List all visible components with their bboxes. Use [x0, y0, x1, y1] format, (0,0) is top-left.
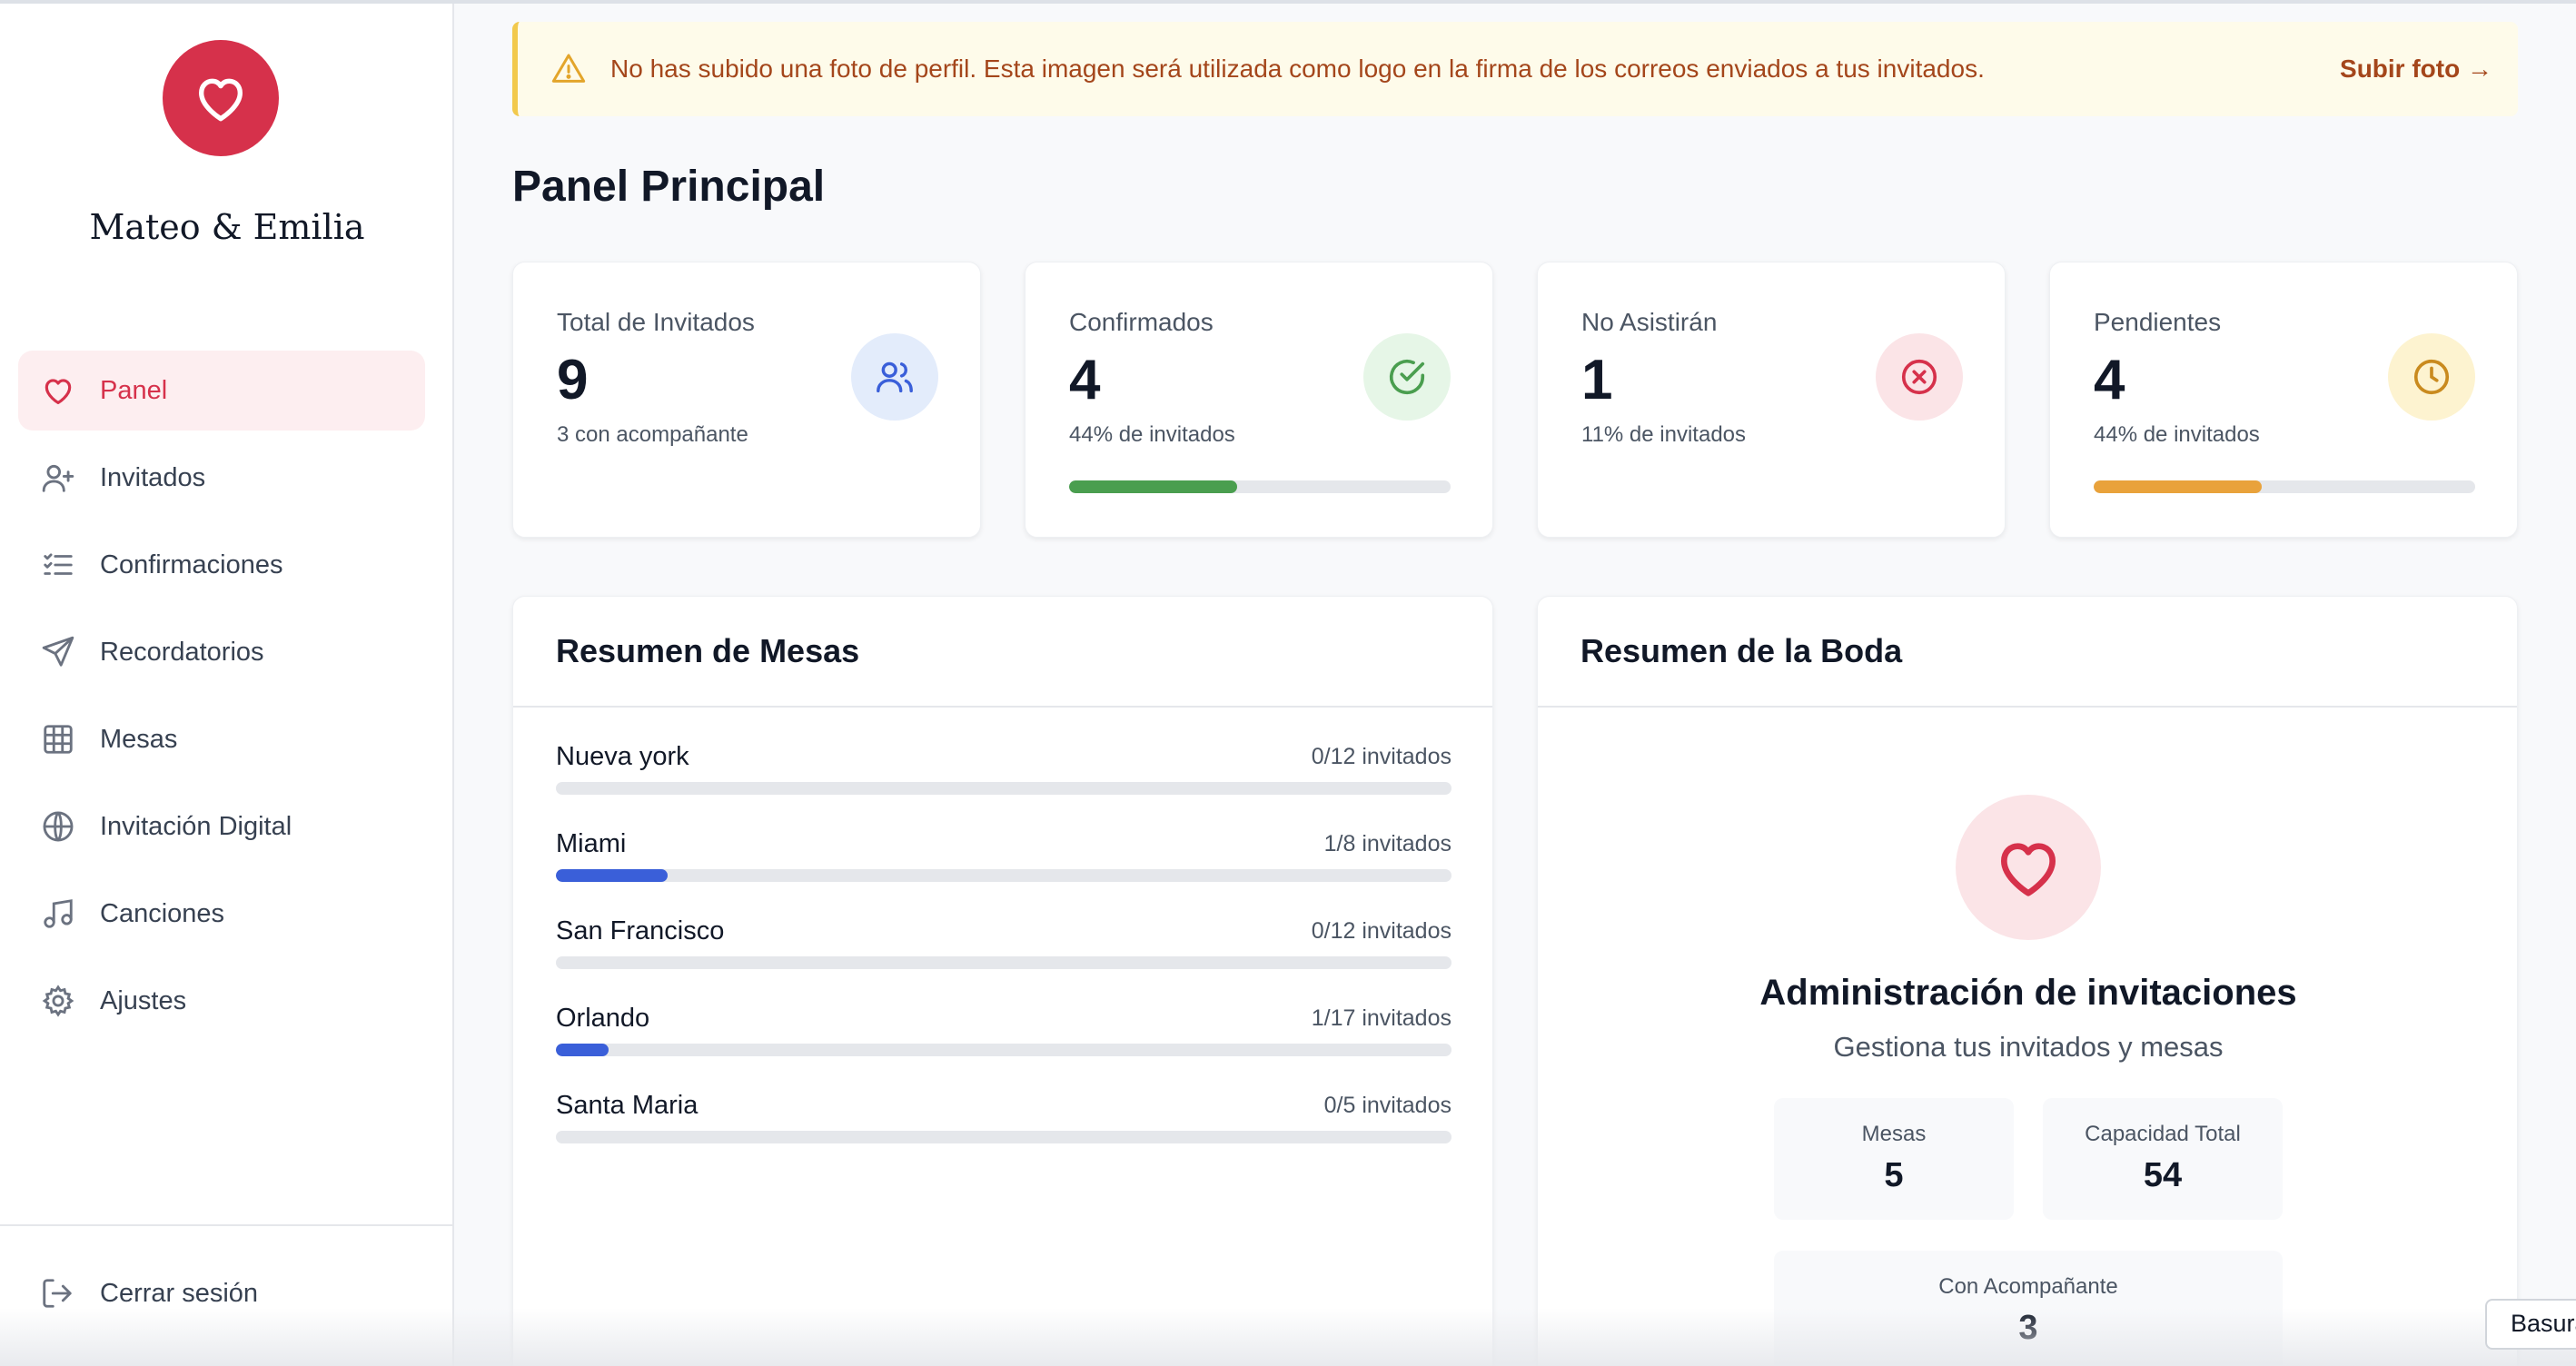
- stat-label: Pendientes: [2094, 308, 2222, 336]
- stat-card-confirmed: Confirmados 4 44% de invitados: [1025, 262, 1493, 538]
- logout-label: Cerrar sesión: [100, 1278, 259, 1308]
- table-name: San Francisco: [556, 916, 725, 945]
- sidebar-item-confirmaciones[interactable]: Confirmaciones: [18, 525, 425, 605]
- users-icon: [851, 333, 938, 421]
- sidebar-item-ajustes[interactable]: Ajustes: [18, 961, 425, 1041]
- wedding-stat-capacity: Capacidad Total 54: [2043, 1098, 2283, 1220]
- stat-subtext: 3 con acompañante: [557, 422, 748, 447]
- table-row: San Francisco 0/12 invitados: [556, 916, 1451, 980]
- gear-icon: [40, 983, 76, 1019]
- stat-label: Con Acompañante: [1938, 1274, 2118, 1299]
- dock-tooltip: Basura: [2485, 1299, 2576, 1350]
- table-name: Nueva york: [556, 742, 689, 771]
- wedding-stat-tables: Mesas 5: [1774, 1098, 2014, 1220]
- sidebar-item-label: Panel: [100, 375, 168, 405]
- sidebar-item-invitados[interactable]: Invitados: [18, 438, 425, 518]
- sidebar-item-label: Ajustes: [100, 985, 187, 1015]
- warning-icon: [550, 49, 590, 89]
- globe-icon: [40, 808, 76, 845]
- stat-card-pending: Pendientes 4 44% de invitados: [2049, 262, 2518, 538]
- heart-icon: [1956, 795, 2101, 940]
- sidebar-item-label: Invitación Digital: [100, 811, 292, 841]
- table-row: Orlando 1/17 invitados: [556, 1004, 1451, 1067]
- table-name: Miami: [556, 829, 627, 858]
- stat-label: No Asistirán: [1581, 308, 1718, 336]
- table-row: Miami 1/8 invitados: [556, 829, 1451, 893]
- stat-subtext: 44% de invitados: [2094, 422, 2260, 447]
- table-progress-bar: [556, 1044, 1451, 1056]
- list-checks-icon: [40, 547, 76, 583]
- user-plus-icon: [40, 460, 76, 496]
- grid-icon: [40, 721, 76, 757]
- sidebar-item-label: Mesas: [100, 724, 178, 754]
- stat-value: 4: [1069, 349, 1101, 411]
- banner-text: No has subido una foto de perfil. Esta i…: [610, 54, 1985, 83]
- wedding-stat-plus-ones: Con Acompañante 3: [1774, 1251, 2283, 1366]
- sidebar-item-mesas[interactable]: Mesas: [18, 699, 425, 779]
- stat-value: 3: [2018, 1309, 2038, 1347]
- upload-photo-link[interactable]: Subir foto →: [2340, 54, 2492, 84]
- sidebar-item-recordatorios[interactable]: Recordatorios: [18, 612, 425, 692]
- table-progress-bar: [556, 1131, 1451, 1143]
- sidebar-item-panel[interactable]: Panel: [18, 351, 425, 431]
- stat-subtext: 11% de invitados: [1581, 422, 1747, 447]
- clock-icon: [2388, 333, 2475, 421]
- stat-value: 4: [2094, 349, 2125, 411]
- sidebar-item-label: Invitados: [100, 462, 206, 492]
- stat-label: Confirmados: [1069, 308, 1214, 336]
- confirmed-progress-bar: [1069, 480, 1451, 493]
- heart-icon: [40, 372, 76, 409]
- table-count: 1/17 invitados: [1311, 1005, 1451, 1031]
- wedding-summary-panel: Resumen de la Boda Administración de inv…: [1537, 596, 2518, 1366]
- table-progress-bar: [556, 956, 1451, 969]
- table-row: Nueva york 0/12 invitados: [556, 742, 1451, 806]
- wedding-subheading: Gestiona tus invitados y mesas: [1833, 1031, 2224, 1063]
- wedding-heading: Administración de invitaciones: [1759, 973, 2297, 1013]
- sidebar-item-label: Confirmaciones: [100, 549, 283, 579]
- x-circle-icon: [1876, 333, 1963, 421]
- stat-card-declined: No Asistirán 1 11% de invitados: [1537, 262, 2006, 538]
- stat-value: 1: [1581, 349, 1613, 411]
- panel-title: Resumen de la Boda: [1538, 597, 2517, 708]
- stat-label: Total de Invitados: [557, 308, 755, 336]
- sidebar-item-canciones[interactable]: Canciones: [18, 874, 425, 954]
- table-progress-bar: [556, 782, 1451, 795]
- table-count: 0/12 invitados: [1311, 744, 1451, 769]
- table-count: 0/12 invitados: [1311, 918, 1451, 944]
- sidebar-divider: [0, 1224, 454, 1226]
- stat-label: Capacidad Total: [2085, 1122, 2241, 1146]
- table-name: Orlando: [556, 1004, 650, 1033]
- stat-subtext: 44% de invitados: [1069, 422, 1235, 447]
- stat-value: 5: [1884, 1156, 1904, 1194]
- pending-progress-bar: [2094, 480, 2475, 493]
- sidebar-item-label: Canciones: [100, 898, 225, 928]
- logo-heart-icon: [163, 40, 279, 156]
- table-row: Santa Maria 0/5 invitados: [556, 1091, 1451, 1154]
- music-icon: [40, 896, 76, 932]
- table-progress-bar: [556, 869, 1451, 882]
- sidebar-item-label: Recordatorios: [100, 637, 264, 667]
- table-count: 0/5 invitados: [1323, 1093, 1451, 1118]
- couple-name: Mateo & Emilia: [89, 207, 365, 247]
- tables-summary-panel: Resumen de Mesas Nueva york 0/12 invitad…: [512, 596, 1493, 1366]
- panel-title: Resumen de Mesas: [513, 597, 1492, 708]
- send-icon: [40, 634, 76, 670]
- check-circle-icon: [1363, 333, 1451, 421]
- table-count: 1/8 invitados: [1323, 831, 1451, 856]
- page-title: Panel Principal: [512, 163, 826, 211]
- profile-photo-warning-banner: No has subido una foto de perfil. Esta i…: [512, 22, 2518, 116]
- stat-value: 54: [2143, 1156, 2183, 1194]
- logout-button[interactable]: Cerrar sesión: [40, 1275, 258, 1312]
- sidebar: Mateo & Emilia Panel Invitados Confirmac…: [0, 4, 454, 1366]
- logout-icon: [40, 1275, 76, 1312]
- stat-value: 9: [557, 349, 589, 411]
- stat-label: Mesas: [1861, 1122, 1927, 1146]
- table-name: Santa Maria: [556, 1091, 698, 1120]
- stat-card-total-guests: Total de Invitados 9 3 con acompañante: [512, 262, 981, 538]
- sidebar-nav: Panel Invitados Confirmaciones Recordato…: [18, 351, 425, 1048]
- sidebar-item-invitacion-digital[interactable]: Invitación Digital: [18, 787, 425, 866]
